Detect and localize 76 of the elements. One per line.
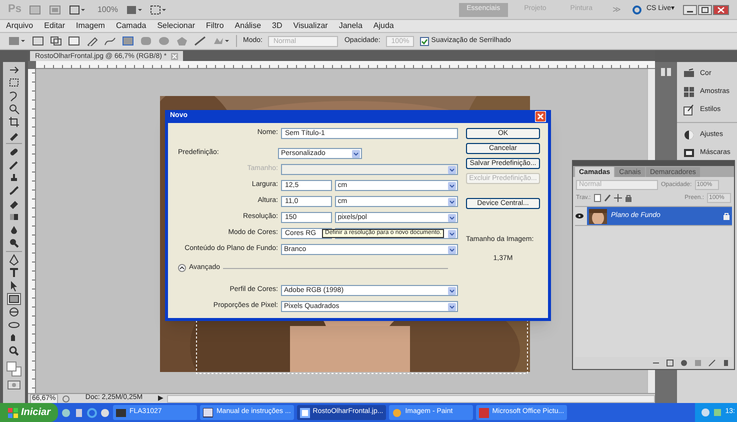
- cs-live-icon: [632, 4, 642, 14]
- app-logo: Ps: [8, 2, 22, 18]
- tool-icon[interactable]: [7, 254, 21, 266]
- panel-icon: [683, 129, 695, 141]
- caret-icon: [448, 182, 456, 190]
- view-extras-icon[interactable]: [69, 4, 86, 14]
- quick-launch-icon[interactable]: [74, 408, 84, 418]
- tool-icon[interactable]: [7, 293, 21, 305]
- screen-mode-icon[interactable]: [150, 4, 166, 14]
- arrange-icon[interactable]: [126, 4, 142, 14]
- menu-item[interactable]: Selecionar: [157, 22, 195, 30]
- menu-item[interactable]: Análise: [234, 22, 262, 30]
- info-icon[interactable]: [62, 394, 70, 402]
- new-selection-icon[interactable]: [32, 36, 44, 46]
- start-button[interactable]: Iniciar: [0, 403, 58, 422]
- menu-item[interactable]: Filtro: [206, 22, 224, 30]
- caret-icon: [448, 286, 456, 294]
- line-icon[interactable]: [194, 36, 206, 46]
- caret-icon: [352, 150, 360, 158]
- menu-item[interactable]: Ajuda: [373, 22, 394, 30]
- lock-pixels-icon[interactable]: [594, 194, 601, 202]
- panel-icon: [683, 86, 695, 98]
- app-icon: [203, 408, 214, 418]
- menu-item[interactable]: Editar: [44, 22, 66, 30]
- tool-icon[interactable]: [7, 77, 21, 89]
- tool-icon[interactable]: [7, 237, 21, 249]
- menu-item[interactable]: Camada: [116, 22, 146, 30]
- caret-icon: [448, 198, 456, 206]
- add-selection-icon[interactable]: [50, 36, 62, 46]
- lock-icon[interactable]: [624, 194, 632, 202]
- tool-icon[interactable]: [7, 116, 21, 128]
- panel-icon: [683, 104, 695, 116]
- tool-icon[interactable]: [7, 319, 21, 331]
- pen-icon[interactable]: [86, 36, 98, 46]
- minimize-icon[interactable]: [683, 4, 697, 14]
- quick-mask-icon[interactable]: [7, 380, 21, 390]
- menu-item[interactable]: Janela: [338, 22, 362, 30]
- brush-icon[interactable]: [604, 194, 611, 202]
- tool-icon[interactable]: [7, 267, 21, 279]
- app-icon: [392, 408, 402, 418]
- zoom-level: 100%: [97, 4, 118, 16]
- tool-icon[interactable]: [7, 306, 21, 318]
- quick-launch-icon[interactable]: [100, 408, 110, 418]
- eye-icon[interactable]: [575, 213, 584, 219]
- menu-item[interactable]: Arquivo: [6, 22, 34, 30]
- caret-icon: [448, 166, 456, 174]
- caret-icon: [448, 302, 456, 310]
- menu-item[interactable]: Imagem: [76, 22, 105, 30]
- tool-icon[interactable]: [7, 185, 21, 197]
- caret-icon: [448, 214, 456, 222]
- caret-icon: [448, 246, 456, 254]
- chevron-icon: [178, 264, 186, 272]
- windows-logo-icon: [8, 408, 18, 418]
- checkbox[interactable]: [420, 36, 430, 46]
- freeform-pen-icon[interactable]: [104, 36, 116, 46]
- tool-preset-icon[interactable]: [8, 35, 26, 47]
- move-icon[interactable]: [614, 194, 622, 202]
- panel-icon: [683, 147, 695, 159]
- app-icon: [300, 408, 310, 418]
- caret-icon: [448, 230, 456, 238]
- quick-launch-icon[interactable]: [61, 408, 72, 418]
- maximize-icon[interactable]: [698, 4, 712, 14]
- tool-icon[interactable]: [7, 345, 21, 357]
- color-swatches-icon[interactable]: [6, 361, 22, 377]
- tool-icon[interactable]: [7, 64, 21, 76]
- menu-item[interactable]: Visualizar: [293, 22, 328, 30]
- tool-icon[interactable]: [7, 211, 21, 223]
- subtract-selection-icon[interactable]: [68, 36, 80, 46]
- panel-icon: [683, 68, 695, 80]
- tool-icon[interactable]: [7, 103, 21, 115]
- scrollbar[interactable]: [167, 394, 655, 402]
- app-icon: [116, 408, 126, 418]
- rectangle-icon[interactable]: [122, 36, 134, 46]
- close-icon[interactable]: [713, 4, 729, 14]
- menu-item[interactable]: 3D: [272, 22, 282, 30]
- app-icon: [479, 408, 490, 418]
